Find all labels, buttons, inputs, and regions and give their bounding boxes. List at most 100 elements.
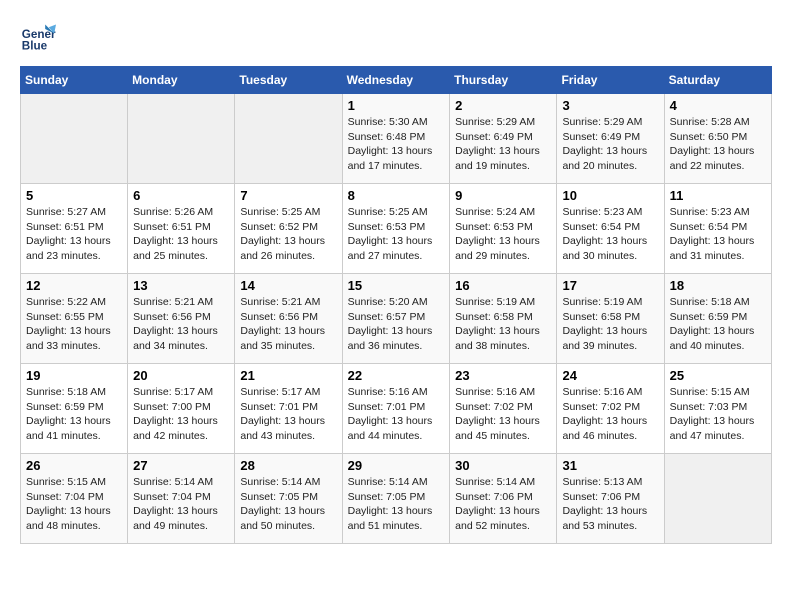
day-number: 12 bbox=[26, 278, 122, 293]
day-number: 24 bbox=[562, 368, 658, 383]
day-info: Sunrise: 5:14 AMSunset: 7:06 PMDaylight:… bbox=[455, 475, 551, 534]
day-cell: 14Sunrise: 5:21 AMSunset: 6:56 PMDayligh… bbox=[235, 274, 342, 364]
day-cell: 4 Sunrise: 5:28 AMSunset: 6:50 PMDaylight… bbox=[664, 94, 771, 184]
header-monday: Monday bbox=[128, 67, 235, 94]
day-cell: 24 Sunrise: 5:16 AMSunset: 7:02 PMDayligh… bbox=[557, 364, 664, 454]
day-cell: 22Sunrise: 5:16 AMSunset: 7:01 PMDayligh… bbox=[342, 364, 450, 454]
week-row-3: 12 Sunrise: 5:22 AMSunset: 6:55 PMDayligh… bbox=[21, 274, 772, 364]
calendar-header: SundayMondayTuesdayWednesdayThursdayFrid… bbox=[21, 67, 772, 94]
day-info: Sunrise: 5:25 AMSunset: 6:52 PMDaylight:… bbox=[240, 205, 336, 264]
day-cell: 28 Sunrise: 5:14 AMSunset: 7:05 PMDayligh… bbox=[235, 454, 342, 544]
day-number: 25 bbox=[670, 368, 766, 383]
day-number: 19 bbox=[26, 368, 122, 383]
day-info: Sunrise: 5:16 AMSunset: 7:02 PMDaylight:… bbox=[562, 385, 658, 444]
day-number: 31 bbox=[562, 458, 658, 473]
day-info: Sunrise: 5:20 AMSunset: 6:57 PMDaylight:… bbox=[348, 295, 445, 354]
day-cell: 20 Sunrise: 5:17 AMSunset: 7:00 PMDayligh… bbox=[128, 364, 235, 454]
logo: General Blue bbox=[20, 20, 60, 56]
day-info: Sunrise: 5:22 AMSunset: 6:55 PMDaylight:… bbox=[26, 295, 122, 354]
day-number: 13 bbox=[133, 278, 229, 293]
day-cell: 29Sunrise: 5:14 AMSunset: 7:05 PMDayligh… bbox=[342, 454, 450, 544]
day-info: Sunrise: 5:30 AMSunset: 6:48 PMDaylight:… bbox=[348, 115, 445, 174]
day-cell: 15 Sunrise: 5:20 AMSunset: 6:57 PMDayligh… bbox=[342, 274, 450, 364]
header-wednesday: Wednesday bbox=[342, 67, 450, 94]
day-info: Sunrise: 5:15 AMSunset: 7:04 PMDaylight:… bbox=[26, 475, 122, 534]
day-number: 8 bbox=[348, 188, 445, 203]
day-number: 21 bbox=[240, 368, 336, 383]
day-info: Sunrise: 5:26 AMSunset: 6:51 PMDaylight:… bbox=[133, 205, 229, 264]
day-info: Sunrise: 5:17 AMSunset: 7:00 PMDaylight:… bbox=[133, 385, 229, 444]
header-friday: Friday bbox=[557, 67, 664, 94]
day-info: Sunrise: 5:18 AMSunset: 6:59 PMDaylight:… bbox=[26, 385, 122, 444]
svg-text:Blue: Blue bbox=[22, 40, 48, 53]
day-cell: 7 Sunrise: 5:25 AMSunset: 6:52 PMDaylight… bbox=[235, 184, 342, 274]
day-number: 1 bbox=[348, 98, 445, 113]
day-cell: 5 Sunrise: 5:27 AMSunset: 6:51 PMDaylight… bbox=[21, 184, 128, 274]
day-info: Sunrise: 5:16 AMSunset: 7:02 PMDaylight:… bbox=[455, 385, 551, 444]
day-cell: 16 Sunrise: 5:19 AMSunset: 6:58 PMDayligh… bbox=[450, 274, 557, 364]
day-info: Sunrise: 5:13 AMSunset: 7:06 PMDaylight:… bbox=[562, 475, 658, 534]
day-number: 26 bbox=[26, 458, 122, 473]
header-tuesday: Tuesday bbox=[235, 67, 342, 94]
day-info: Sunrise: 5:21 AMSunset: 6:56 PMDaylight:… bbox=[133, 295, 229, 354]
day-info: Sunrise: 5:29 AMSunset: 6:49 PMDaylight:… bbox=[562, 115, 658, 174]
day-cell: 18Sunrise: 5:18 AMSunset: 6:59 PMDayligh… bbox=[664, 274, 771, 364]
week-row-4: 19 Sunrise: 5:18 AMSunset: 6:59 PMDayligh… bbox=[21, 364, 772, 454]
day-info: Sunrise: 5:19 AMSunset: 6:58 PMDaylight:… bbox=[455, 295, 551, 354]
day-cell bbox=[128, 94, 235, 184]
day-number: 22 bbox=[348, 368, 445, 383]
header-thursday: Thursday bbox=[450, 67, 557, 94]
day-cell: 6 Sunrise: 5:26 AMSunset: 6:51 PMDaylight… bbox=[128, 184, 235, 274]
header-sunday: Sunday bbox=[21, 67, 128, 94]
day-cell: 1 Sunrise: 5:30 AMSunset: 6:48 PMDaylight… bbox=[342, 94, 450, 184]
day-cell: 23 Sunrise: 5:16 AMSunset: 7:02 PMDayligh… bbox=[450, 364, 557, 454]
day-number: 11 bbox=[670, 188, 766, 203]
day-number: 7 bbox=[240, 188, 336, 203]
day-cell: 9 Sunrise: 5:24 AMSunset: 6:53 PMDaylight… bbox=[450, 184, 557, 274]
day-cell: 10 Sunrise: 5:23 AMSunset: 6:54 PMDayligh… bbox=[557, 184, 664, 274]
day-cell: 27 Sunrise: 5:14 AMSunset: 7:04 PMDayligh… bbox=[128, 454, 235, 544]
day-info: Sunrise: 5:23 AMSunset: 6:54 PMDaylight:… bbox=[562, 205, 658, 264]
day-info: Sunrise: 5:14 AMSunset: 7:04 PMDaylight:… bbox=[133, 475, 229, 534]
day-cell: 30 Sunrise: 5:14 AMSunset: 7:06 PMDayligh… bbox=[450, 454, 557, 544]
day-number: 30 bbox=[455, 458, 551, 473]
day-cell: 19 Sunrise: 5:18 AMSunset: 6:59 PMDayligh… bbox=[21, 364, 128, 454]
day-number: 9 bbox=[455, 188, 551, 203]
day-info: Sunrise: 5:18 AMSunset: 6:59 PMDaylight:… bbox=[670, 295, 766, 354]
day-number: 27 bbox=[133, 458, 229, 473]
day-info: Sunrise: 5:15 AMSunset: 7:03 PMDaylight:… bbox=[670, 385, 766, 444]
day-cell: 13 Sunrise: 5:21 AMSunset: 6:56 PMDayligh… bbox=[128, 274, 235, 364]
day-number: 4 bbox=[670, 98, 766, 113]
day-number: 23 bbox=[455, 368, 551, 383]
day-info: Sunrise: 5:19 AMSunset: 6:58 PMDaylight:… bbox=[562, 295, 658, 354]
day-info: Sunrise: 5:24 AMSunset: 6:53 PMDaylight:… bbox=[455, 205, 551, 264]
day-number: 16 bbox=[455, 278, 551, 293]
day-number: 15 bbox=[348, 278, 445, 293]
day-number: 3 bbox=[562, 98, 658, 113]
day-cell: 26 Sunrise: 5:15 AMSunset: 7:04 PMDayligh… bbox=[21, 454, 128, 544]
day-info: Sunrise: 5:29 AMSunset: 6:49 PMDaylight:… bbox=[455, 115, 551, 174]
day-cell: 12 Sunrise: 5:22 AMSunset: 6:55 PMDayligh… bbox=[21, 274, 128, 364]
day-info: Sunrise: 5:27 AMSunset: 6:51 PMDaylight:… bbox=[26, 205, 122, 264]
day-cell bbox=[664, 454, 771, 544]
day-info: Sunrise: 5:25 AMSunset: 6:53 PMDaylight:… bbox=[348, 205, 445, 264]
day-cell bbox=[235, 94, 342, 184]
calendar-body: 1 Sunrise: 5:30 AMSunset: 6:48 PMDaylight… bbox=[21, 94, 772, 544]
day-info: Sunrise: 5:14 AMSunset: 7:05 PMDaylight:… bbox=[240, 475, 336, 534]
week-row-2: 5 Sunrise: 5:27 AMSunset: 6:51 PMDaylight… bbox=[21, 184, 772, 274]
week-row-5: 26 Sunrise: 5:15 AMSunset: 7:04 PMDayligh… bbox=[21, 454, 772, 544]
day-cell: 21Sunrise: 5:17 AMSunset: 7:01 PMDayligh… bbox=[235, 364, 342, 454]
day-number: 17 bbox=[562, 278, 658, 293]
page-header: General Blue bbox=[20, 20, 772, 56]
day-number: 2 bbox=[455, 98, 551, 113]
day-number: 28 bbox=[240, 458, 336, 473]
day-cell: 17 Sunrise: 5:19 AMSunset: 6:58 PMDayligh… bbox=[557, 274, 664, 364]
day-number: 20 bbox=[133, 368, 229, 383]
week-row-1: 1 Sunrise: 5:30 AMSunset: 6:48 PMDaylight… bbox=[21, 94, 772, 184]
header-row: SundayMondayTuesdayWednesdayThursdayFrid… bbox=[21, 67, 772, 94]
day-info: Sunrise: 5:21 AMSunset: 6:56 PMDaylight:… bbox=[240, 295, 336, 354]
day-number: 6 bbox=[133, 188, 229, 203]
day-number: 10 bbox=[562, 188, 658, 203]
day-info: Sunrise: 5:28 AMSunset: 6:50 PMDaylight:… bbox=[670, 115, 766, 174]
day-number: 5 bbox=[26, 188, 122, 203]
